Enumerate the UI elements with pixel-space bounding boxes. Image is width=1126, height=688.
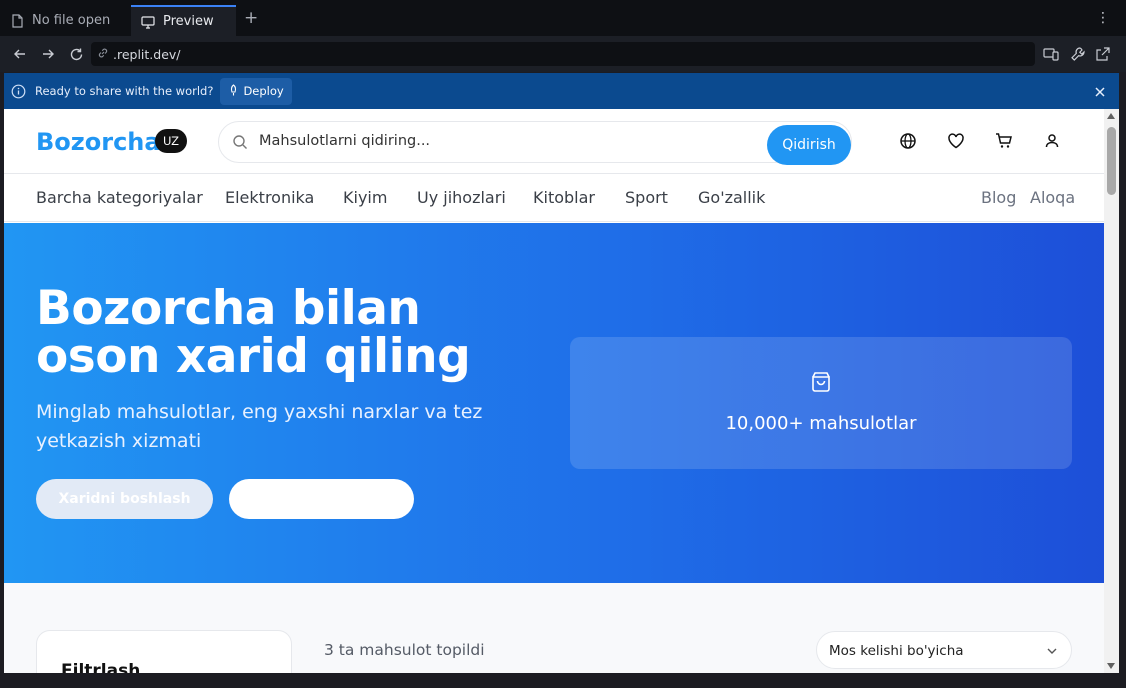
nav-item-clothing[interactable]: Kiyim (343, 188, 387, 207)
product-count-stat: 10,000+ mahsulotlar (725, 413, 917, 434)
url-text: .replit.dev/ (113, 46, 181, 62)
site-header: Bozorcha UZ Mahsulotlarni qidiring... Qi… (4, 109, 1104, 174)
new-tab-button[interactable]: + (244, 10, 258, 27)
globe-icon[interactable] (898, 131, 918, 151)
external-link-icon[interactable] (1095, 46, 1111, 62)
nav-item-all-categories[interactable]: Barcha kategoriyalar (36, 188, 203, 207)
cart-icon[interactable] (994, 131, 1014, 151)
scroll-down-arrow[interactable] (1107, 663, 1115, 669)
nav-link-blog[interactable]: Blog (981, 188, 1016, 207)
filter-title: Filtrlash (61, 661, 141, 673)
search-bar: Mahsulotlarni qidiring... Qidirish (218, 121, 852, 165)
secondary-hero-button[interactable] (229, 479, 414, 519)
result-count: 3 ta mahsulot topildi (324, 641, 485, 659)
nav-link-contact[interactable]: Aloqa (1030, 188, 1075, 207)
heart-icon[interactable] (946, 131, 966, 151)
file-icon (10, 13, 24, 28)
devices-icon[interactable] (1043, 46, 1059, 62)
shopping-bag-icon (809, 370, 833, 394)
deploy-button[interactable]: Deploy (220, 77, 292, 105)
link-icon (97, 47, 109, 62)
search-button[interactable]: Qidirish (767, 125, 851, 165)
reload-icon[interactable] (67, 45, 85, 63)
close-icon[interactable] (1093, 84, 1107, 98)
tab-label: No file open (32, 13, 111, 28)
site-logo[interactable]: Bozorcha (36, 128, 161, 156)
back-arrow-icon[interactable] (11, 45, 29, 63)
browser-tab-bar: No file open Preview + ⋮ (0, 0, 1126, 36)
rocket-icon (228, 83, 239, 99)
url-field[interactable]: .replit.dev/ (91, 42, 1035, 66)
info-icon (11, 84, 26, 99)
more-options-icon[interactable]: ⋮ (1096, 11, 1110, 25)
deploy-label: Deploy (243, 84, 284, 98)
scrollbar-thumb[interactable] (1107, 127, 1116, 195)
user-icon[interactable] (1042, 131, 1062, 151)
start-shopping-button[interactable]: Xaridni boshlash (36, 479, 213, 519)
preview-viewport: Bozorcha UZ Mahsulotlarni qidiring... Qi… (4, 109, 1119, 673)
search-icon (232, 134, 248, 150)
chevron-down-icon (1045, 644, 1059, 658)
address-bar: .replit.dev/ (0, 36, 1126, 72)
deploy-banner: Ready to share with the world? Deploy (4, 73, 1119, 109)
nav-item-electronics[interactable]: Elektronika (225, 188, 314, 207)
sort-value: Mos kelishi bo'yicha (829, 643, 964, 659)
category-nav: Barcha kategoriyalar Elektronika Kiyim U… (4, 174, 1104, 222)
nav-item-books[interactable]: Kitoblar (533, 188, 595, 207)
sort-select[interactable]: Mos kelishi bo'yicha (816, 631, 1072, 669)
banner-message: Ready to share with the world? (35, 84, 214, 98)
language-badge[interactable]: UZ (155, 129, 187, 153)
window-bottom-edge (0, 673, 1126, 688)
vertical-scrollbar[interactable] (1104, 109, 1119, 673)
tab-no-file-open[interactable]: No file open (0, 5, 128, 36)
nav-item-sport[interactable]: Sport (625, 188, 668, 207)
wrench-icon[interactable] (1070, 46, 1086, 62)
tab-preview[interactable]: Preview (131, 5, 236, 36)
monitor-icon (141, 15, 155, 29)
webpage: Bozorcha UZ Mahsulotlarni qidiring... Qi… (4, 109, 1104, 673)
hero-title: Bozorcha bilan oson xarid qiling (36, 281, 471, 384)
scroll-up-arrow[interactable] (1107, 113, 1115, 119)
nav-item-beauty[interactable]: Go'zallik (698, 188, 765, 207)
search-input[interactable]: Mahsulotlarni qidiring... (259, 133, 430, 149)
stat-card: 10,000+ mahsulotlar (570, 337, 1072, 469)
filter-panel: Filtrlash (36, 630, 292, 673)
listing-section: Filtrlash 3 ta mahsulot topildi Mos keli… (4, 583, 1104, 673)
nav-item-home[interactable]: Uy jihozlari (417, 188, 506, 207)
hero-subtitle: Minglab mahsulotlar, eng yaxshi narxlar … (36, 401, 483, 452)
forward-arrow-icon[interactable] (39, 45, 57, 63)
tab-label: Preview (163, 14, 214, 29)
hero-section: Bozorcha bilan oson xarid qiling Minglab… (4, 223, 1104, 583)
